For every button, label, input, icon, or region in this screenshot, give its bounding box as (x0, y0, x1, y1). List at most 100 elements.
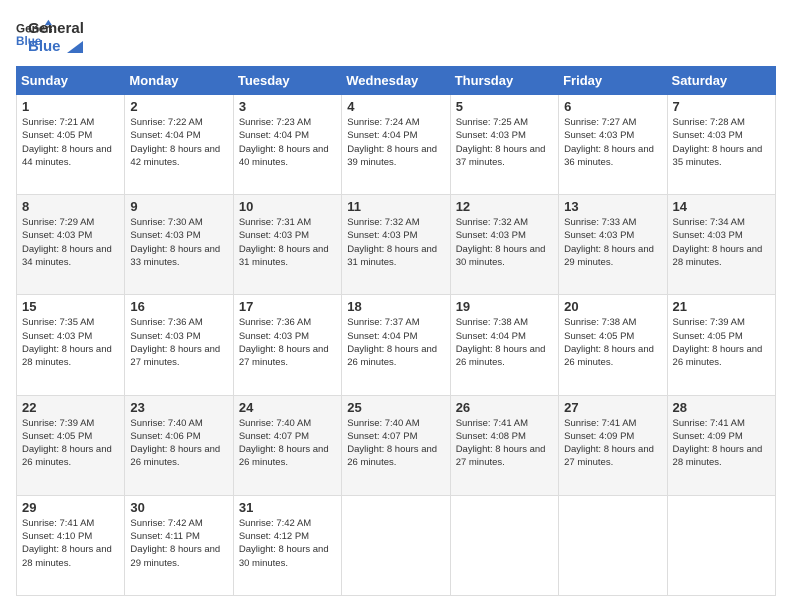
day-number: 10 (239, 199, 336, 214)
cell-sun-info: Sunrise: 7:36 AMSunset: 4:03 PMDaylight:… (130, 316, 227, 369)
cell-sun-info: Sunrise: 7:33 AMSunset: 4:03 PMDaylight:… (564, 216, 661, 269)
calendar-cell: 24 Sunrise: 7:40 AMSunset: 4:07 PMDayligh… (233, 395, 341, 495)
day-number: 27 (564, 400, 661, 415)
calendar-cell: 10 Sunrise: 7:31 AMSunset: 4:03 PMDayligh… (233, 195, 341, 295)
day-number: 28 (673, 400, 770, 415)
day-number: 24 (239, 400, 336, 415)
day-header-sunday: Sunday (17, 67, 125, 95)
logo: General Blue General Blue (16, 16, 84, 56)
cell-sun-info: Sunrise: 7:21 AMSunset: 4:05 PMDaylight:… (22, 116, 119, 169)
cell-sun-info: Sunrise: 7:42 AMSunset: 4:11 PMDaylight:… (130, 517, 227, 570)
cell-sun-info: Sunrise: 7:23 AMSunset: 4:04 PMDaylight:… (239, 116, 336, 169)
cell-sun-info: Sunrise: 7:30 AMSunset: 4:03 PMDaylight:… (130, 216, 227, 269)
calendar-cell (559, 495, 667, 595)
calendar-cell: 8 Sunrise: 7:29 AMSunset: 4:03 PMDaylight… (17, 195, 125, 295)
calendar-cell: 21 Sunrise: 7:39 AMSunset: 4:05 PMDayligh… (667, 295, 775, 395)
calendar-cell: 17 Sunrise: 7:36 AMSunset: 4:03 PMDayligh… (233, 295, 341, 395)
cell-sun-info: Sunrise: 7:32 AMSunset: 4:03 PMDaylight:… (456, 216, 553, 269)
calendar-cell: 25 Sunrise: 7:40 AMSunset: 4:07 PMDayligh… (342, 395, 450, 495)
calendar-cell: 1 Sunrise: 7:21 AMSunset: 4:05 PMDaylight… (17, 95, 125, 195)
day-number: 8 (22, 199, 119, 214)
page: General Blue General Blue SundayMondayTu… (0, 0, 792, 612)
day-number: 23 (130, 400, 227, 415)
calendar-cell: 7Sunrise: 7:28 AMSunset: 4:03 PMDaylight… (667, 95, 775, 195)
calendar-cell: 9 Sunrise: 7:30 AMSunset: 4:03 PMDaylight… (125, 195, 233, 295)
calendar-cell: 4 Sunrise: 7:24 AMSunset: 4:04 PMDaylight… (342, 95, 450, 195)
cell-sun-info: Sunrise: 7:22 AMSunset: 4:04 PMDaylight:… (130, 116, 227, 169)
cell-sun-info: Sunrise: 7:40 AMSunset: 4:07 PMDaylight:… (347, 417, 444, 470)
day-number: 20 (564, 299, 661, 314)
calendar-cell (450, 495, 558, 595)
day-number: 21 (673, 299, 770, 314)
day-number: 29 (22, 500, 119, 515)
day-number: 31 (239, 500, 336, 515)
day-number: 12 (456, 199, 553, 214)
calendar-cell: 5 Sunrise: 7:25 AMSunset: 4:03 PMDaylight… (450, 95, 558, 195)
cell-sun-info: Sunrise: 7:38 AMSunset: 4:04 PMDaylight:… (456, 316, 553, 369)
cell-sun-info: Sunrise: 7:37 AMSunset: 4:04 PMDaylight:… (347, 316, 444, 369)
logo-general: General (28, 20, 84, 38)
day-number: 30 (130, 500, 227, 515)
day-number: 25 (347, 400, 444, 415)
cell-sun-info: Sunrise: 7:27 AMSunset: 4:03 PMDaylight:… (564, 116, 661, 169)
cell-sun-info: Sunrise: 7:32 AMSunset: 4:03 PMDaylight:… (347, 216, 444, 269)
day-number: 26 (456, 400, 553, 415)
day-number: 22 (22, 400, 119, 415)
calendar-cell (667, 495, 775, 595)
calendar-cell: 27 Sunrise: 7:41 AMSunset: 4:09 PMDayligh… (559, 395, 667, 495)
day-number: 14 (673, 199, 770, 214)
cell-sun-info: Sunrise: 7:24 AMSunset: 4:04 PMDaylight:… (347, 116, 444, 169)
calendar-cell: 11 Sunrise: 7:32 AMSunset: 4:03 PMDayligh… (342, 195, 450, 295)
calendar-cell: 31 Sunrise: 7:42 AMSunset: 4:12 PMDayligh… (233, 495, 341, 595)
calendar-cell (342, 495, 450, 595)
cell-sun-info: Sunrise: 7:39 AMSunset: 4:05 PMDaylight:… (673, 316, 770, 369)
day-header-monday: Monday (125, 67, 233, 95)
day-number: 11 (347, 199, 444, 214)
cell-sun-info: Sunrise: 7:25 AMSunset: 4:03 PMDaylight:… (456, 116, 553, 169)
day-number: 15 (22, 299, 119, 314)
cell-sun-info: Sunrise: 7:40 AMSunset: 4:07 PMDaylight:… (239, 417, 336, 470)
calendar-cell: 12 Sunrise: 7:32 AMSunset: 4:03 PMDayligh… (450, 195, 558, 295)
calendar-table: SundayMondayTuesdayWednesdayThursdayFrid… (16, 66, 776, 596)
day-number: 2 (130, 99, 227, 114)
calendar-cell: 23 Sunrise: 7:40 AMSunset: 4:06 PMDayligh… (125, 395, 233, 495)
day-header-thursday: Thursday (450, 67, 558, 95)
calendar-cell: 22 Sunrise: 7:39 AMSunset: 4:05 PMDayligh… (17, 395, 125, 495)
day-number: 17 (239, 299, 336, 314)
calendar-cell: 14 Sunrise: 7:34 AMSunset: 4:03 PMDayligh… (667, 195, 775, 295)
cell-sun-info: Sunrise: 7:34 AMSunset: 4:03 PMDaylight:… (673, 216, 770, 269)
day-number: 19 (456, 299, 553, 314)
cell-sun-info: Sunrise: 7:29 AMSunset: 4:03 PMDaylight:… (22, 216, 119, 269)
cell-sun-info: Sunrise: 7:36 AMSunset: 4:03 PMDaylight:… (239, 316, 336, 369)
calendar-cell: 3 Sunrise: 7:23 AMSunset: 4:04 PMDaylight… (233, 95, 341, 195)
day-number: 1 (22, 99, 119, 114)
calendar-cell: 28 Sunrise: 7:41 AMSunset: 4:09 PMDayligh… (667, 395, 775, 495)
day-number: 9 (130, 199, 227, 214)
calendar-cell: 6 Sunrise: 7:27 AMSunset: 4:03 PMDaylight… (559, 95, 667, 195)
calendar-cell: 2 Sunrise: 7:22 AMSunset: 4:04 PMDaylight… (125, 95, 233, 195)
cell-sun-info: Sunrise: 7:39 AMSunset: 4:05 PMDaylight:… (22, 417, 119, 470)
calendar-cell: 18Sunrise: 7:37 AMSunset: 4:04 PMDayligh… (342, 295, 450, 395)
day-number: 5 (456, 99, 553, 114)
day-number: 6 (564, 99, 661, 114)
day-header-wednesday: Wednesday (342, 67, 450, 95)
cell-sun-info: Sunrise: 7:40 AMSunset: 4:06 PMDaylight:… (130, 417, 227, 470)
cell-sun-info: Sunrise: 7:35 AMSunset: 4:03 PMDaylight:… (22, 316, 119, 369)
calendar-cell: 26 Sunrise: 7:41 AMSunset: 4:08 PMDayligh… (450, 395, 558, 495)
day-number: 7 (673, 99, 770, 114)
calendar-cell: 16Sunrise: 7:36 AMSunset: 4:03 PMDayligh… (125, 295, 233, 395)
cell-sun-info: Sunrise: 7:41 AMSunset: 4:10 PMDaylight:… (22, 517, 119, 570)
day-header-friday: Friday (559, 67, 667, 95)
header: General Blue General Blue (16, 16, 776, 56)
cell-sun-info: Sunrise: 7:42 AMSunset: 4:12 PMDaylight:… (239, 517, 336, 570)
day-header-tuesday: Tuesday (233, 67, 341, 95)
calendar-cell: 15 Sunrise: 7:35 AMSunset: 4:03 PMDayligh… (17, 295, 125, 395)
cell-sun-info: Sunrise: 7:41 AMSunset: 4:08 PMDaylight:… (456, 417, 553, 470)
day-number: 3 (239, 99, 336, 114)
cell-sun-info: Sunrise: 7:41 AMSunset: 4:09 PMDaylight:… (673, 417, 770, 470)
cell-sun-info: Sunrise: 7:31 AMSunset: 4:03 PMDaylight:… (239, 216, 336, 269)
logo-blue: Blue (28, 38, 83, 56)
day-number: 4 (347, 99, 444, 114)
cell-sun-info: Sunrise: 7:41 AMSunset: 4:09 PMDaylight:… (564, 417, 661, 470)
day-number: 13 (564, 199, 661, 214)
